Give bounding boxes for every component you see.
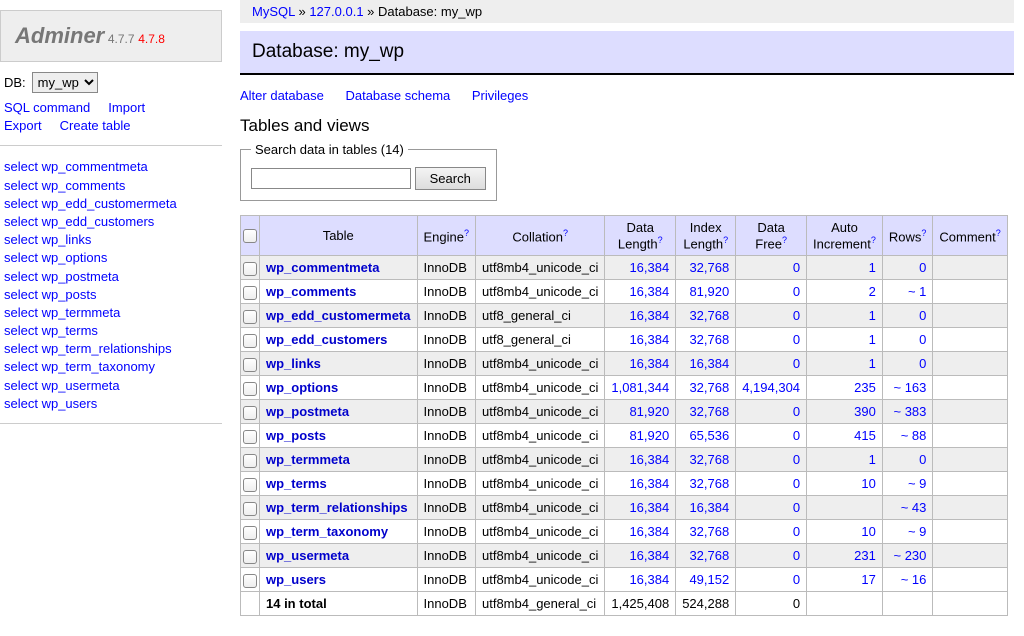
table-row: wp_edd_customermetaInnoDButf8_general_ci… — [241, 304, 1008, 328]
table-header-row: Table Engine? Collation? Data Length? In… — [241, 216, 1008, 256]
privileges-link[interactable]: Privileges — [472, 88, 528, 103]
row-checkbox[interactable] — [243, 574, 257, 588]
sidebar-table-link[interactable]: select wp_posts — [4, 287, 97, 302]
sidebar-table-link[interactable]: select wp_links — [4, 232, 91, 247]
content: MySQL » 127.0.0.1 » Database: my_wp Data… — [230, 0, 1024, 636]
tables-heading: Tables and views — [240, 116, 1014, 136]
table-link[interactable]: wp_terms — [266, 476, 327, 491]
table-row: wp_edd_customersInnoDButf8_general_ci16,… — [241, 328, 1008, 352]
table-row: wp_term_relationshipsInnoDButf8mb4_unico… — [241, 496, 1008, 520]
table-link[interactable]: wp_commentmeta — [266, 260, 379, 275]
create-table-link[interactable]: Create table — [60, 118, 131, 133]
row-checkbox[interactable] — [243, 406, 257, 420]
table-link[interactable]: wp_usermeta — [266, 548, 349, 563]
row-checkbox[interactable] — [243, 382, 257, 396]
table-footer: 14 in total InnoDB utf8mb4_general_ci 1,… — [241, 592, 1008, 616]
bc-db: Database: my_wp — [378, 4, 482, 19]
table-link[interactable]: wp_comments — [266, 284, 356, 299]
table-row: wp_commentsInnoDButf8mb4_unicode_ci16,38… — [241, 280, 1008, 304]
table-row: wp_termmetaInnoDButf8mb4_unicode_ci16,38… — [241, 448, 1008, 472]
row-checkbox[interactable] — [243, 478, 257, 492]
table-row: wp_usersInnoDButf8mb4_unicode_ci16,38449… — [241, 568, 1008, 592]
sidebar-table-link[interactable]: select wp_edd_customers — [4, 214, 154, 229]
alter-db-link[interactable]: Alter database — [240, 88, 324, 103]
table-link[interactable]: wp_term_relationships — [266, 500, 408, 515]
sidebar-table-link[interactable]: select wp_postmeta — [4, 269, 119, 284]
col-comment: Comment? — [933, 216, 1007, 256]
page-title: Database: my_wp — [240, 31, 1014, 75]
app-name: Adminer — [15, 23, 104, 48]
table-row: wp_term_taxonomyInnoDButf8mb4_unicode_ci… — [241, 520, 1008, 544]
sidebar-table-link[interactable]: select wp_commentmeta — [4, 159, 148, 174]
logo: Adminer 4.7.7 4.7.8 — [0, 10, 222, 62]
col-collation: Collation? — [476, 216, 605, 256]
table-link[interactable]: wp_edd_customers — [266, 332, 387, 347]
db-selector: DB: my_wp SQL command Import Export Crea… — [0, 68, 222, 146]
row-checkbox[interactable] — [243, 526, 257, 540]
table-row: wp_termsInnoDButf8mb4_unicode_ci16,38432… — [241, 472, 1008, 496]
table-link[interactable]: wp_term_taxonomy — [266, 524, 388, 539]
select-all-checkbox[interactable] — [243, 229, 257, 243]
sidebar-table-link[interactable]: select wp_edd_customermeta — [4, 196, 177, 211]
sidebar-table-link[interactable]: select wp_users — [4, 396, 97, 411]
col-indexlen: Index Length? — [676, 216, 736, 256]
sidebar-table-link[interactable]: select wp_comments — [4, 178, 125, 193]
row-checkbox[interactable] — [243, 454, 257, 468]
sidebar-table-link[interactable]: select wp_terms — [4, 323, 98, 338]
table-link[interactable]: wp_termmeta — [266, 452, 350, 467]
table-link[interactable]: wp_posts — [266, 428, 326, 443]
side-cmds: SQL command Import Export Create table — [4, 99, 218, 135]
row-checkbox[interactable] — [243, 262, 257, 276]
col-datafree: Data Free? — [736, 216, 807, 256]
sidebar: Adminer 4.7.7 4.7.8 DB: my_wp SQL comman… — [0, 0, 222, 432]
col-table: Table — [260, 216, 418, 256]
search-fieldset: Search data in tables (14) — [240, 142, 497, 201]
table-link[interactable]: wp_links — [266, 356, 321, 371]
table-link[interactable]: wp_options — [266, 380, 338, 395]
db-select[interactable]: my_wp — [32, 72, 98, 93]
table-link[interactable]: wp_users — [266, 572, 326, 587]
sidebar-table-link[interactable]: select wp_term_taxonomy — [4, 359, 155, 374]
row-checkbox[interactable] — [243, 550, 257, 564]
search-legend: Search data in tables (14) — [251, 142, 408, 157]
table-row: wp_linksInnoDButf8mb4_unicode_ci16,38416… — [241, 352, 1008, 376]
row-checkbox[interactable] — [243, 430, 257, 444]
app-new-version[interactable]: 4.7.8 — [138, 32, 165, 46]
sidebar-table-link[interactable]: select wp_term_relationships — [4, 341, 172, 356]
table-row: wp_postmetaInnoDButf8mb4_unicode_ci81,92… — [241, 400, 1008, 424]
schema-link[interactable]: Database schema — [345, 88, 450, 103]
row-checkbox[interactable] — [243, 502, 257, 516]
bc-host[interactable]: 127.0.0.1 — [309, 4, 363, 19]
sidebar-table-link[interactable]: select wp_options — [4, 250, 107, 265]
row-checkbox[interactable] — [243, 358, 257, 372]
row-checkbox[interactable] — [243, 310, 257, 324]
table-row: wp_postsInnoDButf8mb4_unicode_ci81,92065… — [241, 424, 1008, 448]
row-checkbox[interactable] — [243, 334, 257, 348]
col-engine: Engine? — [417, 216, 476, 256]
table-row: wp_usermetaInnoDButf8mb4_unicode_ci16,38… — [241, 544, 1008, 568]
sidebar-table-link[interactable]: select wp_termmeta — [4, 305, 120, 320]
sql-command-link[interactable]: SQL command — [4, 100, 90, 115]
table-row: wp_optionsInnoDButf8mb4_unicode_ci1,081,… — [241, 376, 1008, 400]
tables-table: Table Engine? Collation? Data Length? In… — [240, 215, 1008, 616]
table-link[interactable]: wp_edd_customermeta — [266, 308, 411, 323]
col-datalen: Data Length? — [605, 216, 676, 256]
db-label: DB: — [4, 75, 26, 90]
breadcrumb: MySQL » 127.0.0.1 » Database: my_wp — [240, 0, 1014, 23]
app-version: 4.7.7 — [108, 32, 135, 46]
table-row: wp_commentmetaInnoDButf8mb4_unicode_ci16… — [241, 256, 1008, 280]
col-rows: Rows? — [882, 216, 933, 256]
export-link[interactable]: Export — [4, 118, 42, 133]
table-link[interactable]: wp_postmeta — [266, 404, 349, 419]
row-checkbox[interactable] — [243, 286, 257, 300]
import-link[interactable]: Import — [108, 100, 145, 115]
col-autoinc: Auto Increment? — [807, 216, 883, 256]
sidebar-table-link[interactable]: select wp_usermeta — [4, 378, 120, 393]
sidebar-tables: select wp_commentmetaselect wp_commentss… — [0, 154, 222, 424]
search-button[interactable] — [415, 167, 486, 190]
db-actions: Alter database Database schema Privilege… — [240, 88, 1014, 103]
search-input[interactable] — [251, 168, 411, 189]
bc-mysql[interactable]: MySQL — [252, 4, 295, 19]
